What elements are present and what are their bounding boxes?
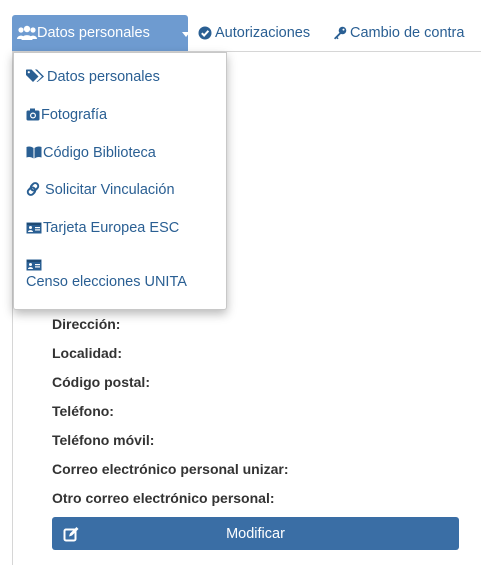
field-telefono-movil: Teléfono móvil:: [52, 432, 155, 448]
tags-icon: [26, 69, 44, 82]
menu-item-codigo-biblioteca[interactable]: Código Biblioteca: [26, 145, 156, 161]
modify-button-label: Modificar: [226, 526, 285, 542]
datos-personales-dropdown: Datos personales Fotografía Código Bibli…: [13, 52, 227, 310]
check-circle-icon: [198, 26, 212, 40]
menu-item-label: Censo elecciones UNITA: [26, 274, 187, 290]
menu-item-solicitar-vinculacion[interactable]: Solicitar Vinculación: [26, 182, 175, 198]
users-icon: [17, 25, 37, 40]
menu-item-censo-elecciones[interactable]: Censo elecciones UNITA: [26, 259, 187, 290]
tab-cambio-contrasena-label: Cambio de contra: [350, 25, 465, 41]
menu-item-datos-personales[interactable]: Datos personales: [26, 69, 160, 85]
field-direccion: Dirección:: [52, 316, 121, 332]
tab-datos-personales[interactable]: Datos personales: [12, 15, 190, 51]
menu-item-label: Fotografía: [41, 107, 108, 123]
menu-item-fotografia[interactable]: Fotografía: [26, 107, 107, 123]
field-telefono: Teléfono:: [52, 403, 114, 419]
field-otro-correo: Otro correo electrónico personal:: [52, 490, 275, 506]
key-icon: [334, 26, 347, 40]
field-localidad: Localidad:: [52, 345, 123, 361]
link-icon: [26, 182, 40, 196]
camera-icon: [26, 108, 40, 121]
tab-autorizaciones-label: Autorizaciones: [215, 25, 311, 41]
field-correo-unizar: Correo electrónico personal unizar:: [52, 461, 289, 477]
book-icon: [26, 146, 42, 159]
menu-item-label: Código Biblioteca: [43, 145, 156, 161]
modify-button[interactable]: Modificar: [52, 517, 459, 550]
menu-item-tarjeta-europea[interactable]: Tarjeta Europea ESC: [26, 220, 179, 236]
id-card-icon: [26, 259, 42, 271]
tab-datos-personales-label: Datos personales: [37, 25, 150, 41]
field-codigo-postal: Código postal:: [52, 374, 150, 390]
menu-item-label: Datos personales: [47, 69, 160, 85]
chevron-down-icon: [182, 32, 190, 37]
id-card-icon: [26, 222, 42, 234]
menu-item-label: Tarjeta Europea ESC: [43, 220, 180, 236]
menu-item-label: Solicitar Vinculación: [45, 182, 175, 198]
